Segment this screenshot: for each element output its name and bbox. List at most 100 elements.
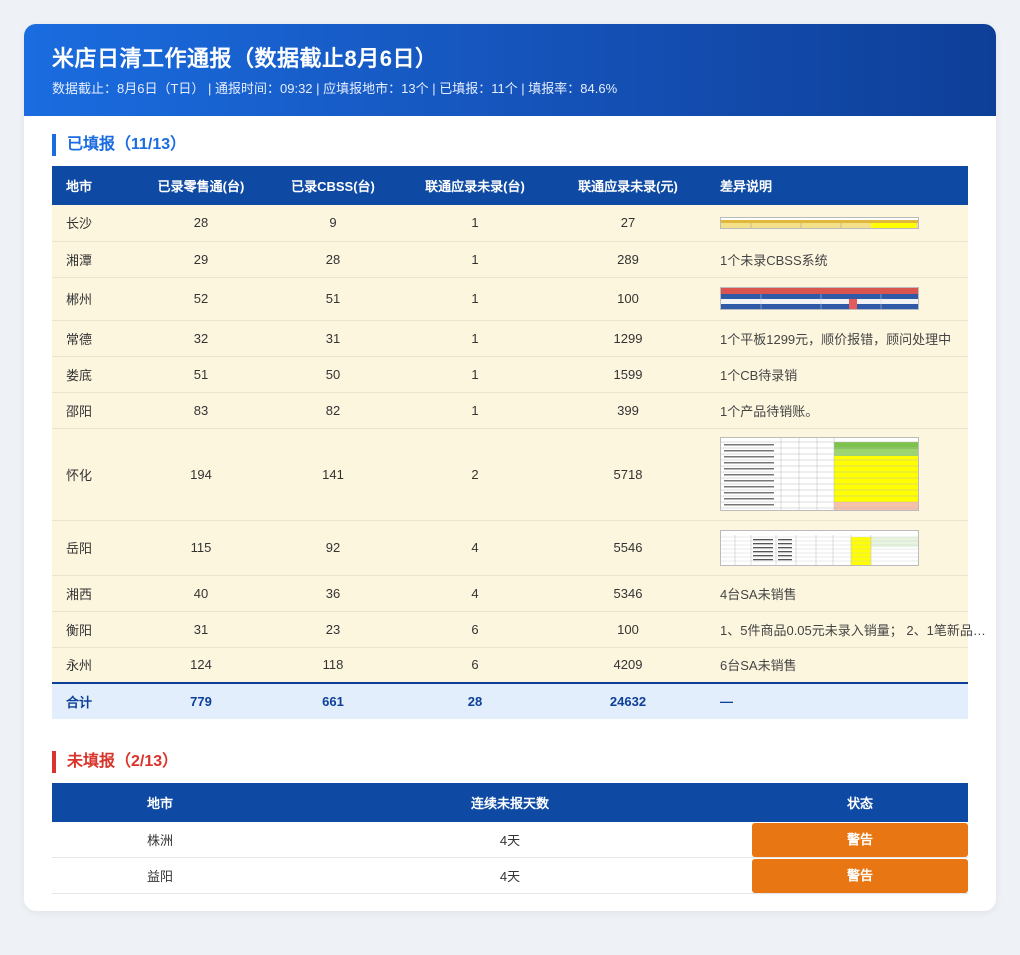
total-retail: 779 [138,682,264,719]
unfilled-section-title: 未填报（2/13） [52,751,996,773]
row-retail: 83 [138,392,264,429]
row-note [708,520,968,576]
row-city: 永州 [52,647,138,684]
row-status: 警告 [752,857,968,894]
row-missing-units: 6 [402,611,548,648]
row-city: 怀化 [52,428,138,521]
row-missing-amount: 1599 [548,356,708,393]
row-missing-amount: 100 [548,611,708,648]
row-cbss: 31 [264,320,402,357]
row-missing-amount: 289 [548,241,708,278]
row-retail: 51 [138,356,264,393]
table-row: 湘西 40 36 4 5346 4台SA未销售 [52,575,968,612]
row-city: 湘西 [52,575,138,612]
row-note: 1个产品待销账。 [708,392,968,429]
row-note-text: 4台SA未销售 [720,586,797,602]
table-row: 衡阳 31 23 6 100 1、5件商品0.05元未录入销量； 2、1笔新品红米... [52,611,992,648]
row-missing-units: 1 [402,356,548,393]
row-retail: 115 [138,520,264,576]
row-note: 1个CB待录销 [708,356,968,393]
table-row: 益阳 4天 警告 [52,857,968,894]
total-cbss: 661 [264,682,402,719]
row-note-text: 1个未录CBSS系统 [720,252,828,268]
row-missing-units: 1 [402,392,548,429]
col-header-status: 状态 [752,783,968,822]
row-retail: 31 [138,611,264,648]
row-missing-units: 2 [402,428,548,521]
row-retail: 40 [138,575,264,612]
note-screenshot-image[interactable] [720,287,919,310]
row-city: 益阳 [52,857,268,894]
row-missing-units: 1 [402,277,548,321]
row-missing-units: 4 [402,575,548,612]
row-note: 1个平板1299元，顺价报错，顾问处理中 [708,320,968,357]
report-card: 米店日清工作通报（数据截止8月6日） 数据截止：8月6日（T日） | 通报时间：… [24,24,996,911]
table-row: 长沙 28 9 1 27 [52,205,968,242]
row-missing-amount: 5546 [548,520,708,576]
row-city: 娄底 [52,356,138,393]
row-missing-units: 4 [402,520,548,576]
row-cbss: 36 [264,575,402,612]
col-header-note: 差异说明 [708,166,968,205]
row-note: 4台SA未销售 [708,575,968,612]
row-note-text: 6台SA未销售 [720,658,797,674]
row-retail: 28 [138,205,264,242]
row-cbss: 51 [264,277,402,321]
row-days: 4天 [268,857,752,894]
row-city: 长沙 [52,205,138,242]
unfilled-table: 地市 连续未报天数 状态 株洲 4天 警告 益阳 4天 警告 [52,783,968,894]
row-missing-amount: 27 [548,205,708,242]
row-missing-amount: 1299 [548,320,708,357]
row-retail: 52 [138,277,264,321]
col-header-city: 地市 [52,166,138,205]
col-header-missing-units: 联通应录未录(台) [402,166,548,205]
row-note-text: 1、5件商品0.05元未录入销量； 2、1笔新品红米... [720,622,992,638]
row-cbss: 9 [264,205,402,242]
warning-status-badge: 警告 [752,822,968,857]
table-row: 常德 32 31 1 1299 1个平板1299元，顺价报错，顾问处理中 [52,320,968,357]
col-header-days: 连续未报天数 [268,783,752,822]
row-missing-units: 1 [402,205,548,242]
row-city: 湘潭 [52,241,138,278]
row-note: 6台SA未销售 [708,647,968,684]
table-row: 邵阳 83 82 1 399 1个产品待销账。 [52,392,968,429]
row-note-text: 1个CB待录销 [720,367,798,383]
row-days: 4天 [268,822,752,858]
row-city: 常德 [52,320,138,357]
note-screenshot-image[interactable] [720,437,919,511]
row-cbss: 82 [264,392,402,429]
row-city: 邵阳 [52,392,138,429]
warning-status-badge: 警告 [752,858,968,893]
col-header-cbss: 已录CBSS(台) [264,166,402,205]
total-missing-amount: 24632 [548,682,708,719]
row-retail: 32 [138,320,264,357]
table-row: 岳阳 115 92 4 5546 [52,520,968,576]
table-row: 娄底 51 50 1 1599 1个CB待录销 [52,356,968,393]
row-note: 1、5件商品0.05元未录入销量； 2、1笔新品红米... [708,611,992,648]
row-missing-amount: 4209 [548,647,708,684]
filled-table: 地市 已录零售通(台) 已录CBSS(台) 联通应录未录(台) 联通应录未录(元… [52,166,992,719]
table-row: 株洲 4天 警告 [52,822,968,858]
row-cbss: 28 [264,241,402,278]
page-title: 米店日清工作通报（数据截止8月6日） [52,46,438,71]
row-note [708,428,968,521]
col-header-retail: 已录零售通(台) [138,166,264,205]
total-missing-units: 28 [402,682,548,719]
total-label: 合计 [52,682,138,719]
col-header-city: 地市 [52,783,268,822]
row-missing-amount: 100 [548,277,708,321]
row-missing-amount: 399 [548,392,708,429]
note-screenshot-image[interactable] [720,216,919,229]
row-note-text: 1个平板1299元，顺价报错，顾问处理中 [720,331,952,347]
note-screenshot-image[interactable] [720,529,919,566]
col-header-missing-amount: 联通应录未录(元) [548,166,708,205]
row-retail: 29 [138,241,264,278]
row-note [708,205,968,242]
row-cbss: 141 [264,428,402,521]
report-header: 米店日清工作通报（数据截止8月6日） 数据截止：8月6日（T日） | 通报时间：… [24,24,996,116]
row-missing-amount: 5346 [548,575,708,612]
total-note: — [708,682,968,719]
row-note-text: 1个产品待销账。 [720,403,819,419]
row-city: 株洲 [52,822,268,858]
row-retail: 124 [138,647,264,684]
